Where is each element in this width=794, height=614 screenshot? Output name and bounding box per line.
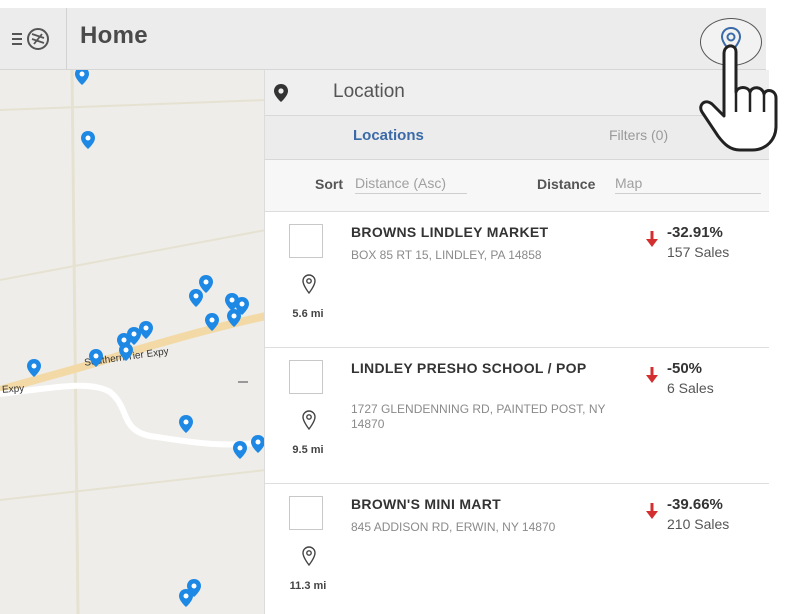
road-label-left: Expy: [1, 383, 25, 396]
arrow-down-icon: [645, 230, 659, 253]
distance-text: 11.3 mi: [289, 580, 327, 592]
locations-panel: Location Locations Filters (0) Sort Dist…: [264, 70, 769, 614]
location-name: BROWNS LINDLEY MARKET: [351, 224, 549, 240]
list-item[interactable]: 11.3 mi BROWN'S MINI MART 845 ADDISON RD…: [265, 484, 769, 614]
location-pin-icon: [302, 274, 316, 299]
map-pin-icon[interactable]: [118, 342, 134, 362]
map-pin-icon[interactable]: [80, 130, 96, 150]
map-pin-icon[interactable]: [178, 414, 194, 434]
location-address: 845 ADDISON RD, ERWIN, NY 14870: [351, 520, 556, 534]
sales-count: 6 Sales: [667, 380, 714, 396]
arrow-down-icon: [645, 502, 659, 525]
map-pin-icon[interactable]: [204, 312, 220, 332]
list-item[interactable]: 9.5 mi LINDLEY PRESHO SCHOOL / POP 1727 …: [265, 348, 769, 484]
tab-filters[interactable]: Filters (0): [609, 127, 668, 143]
distance-text: 5.6 mi: [292, 308, 324, 320]
arrow-down-icon: [645, 366, 659, 389]
location-pin-icon: [302, 410, 316, 435]
select-checkbox[interactable]: [289, 224, 323, 258]
panel-tabs: Locations Filters (0): [265, 116, 769, 160]
hamburger-menu-icon[interactable]: [10, 26, 62, 52]
distance-label: Distance: [537, 176, 596, 192]
map-pin-icon[interactable]: [26, 358, 42, 378]
location-address: BOX 85 RT 15, LINDLEY, PA 14858: [351, 248, 542, 262]
location-search-bar[interactable]: Location: [265, 70, 769, 116]
map-view[interactable]: Southern Tier Expy Expy: [0, 70, 266, 614]
header-divider: [66, 8, 67, 70]
map-pin-icon[interactable]: [226, 308, 242, 328]
select-checkbox[interactable]: [289, 496, 323, 530]
change-percent: -39.66%: [667, 496, 723, 513]
sales-count: 157 Sales: [667, 244, 730, 260]
change-percent: -50%: [667, 360, 703, 377]
distance-select[interactable]: Map: [615, 175, 761, 194]
location-name: LINDLEY PRESHO SCHOOL / POP: [351, 360, 587, 376]
location-search-input[interactable]: Location: [333, 81, 405, 103]
map-pin-icon[interactable]: [178, 588, 194, 608]
page-title: Home: [80, 22, 148, 49]
tab-locations[interactable]: Locations: [353, 127, 424, 144]
map-pin-icon[interactable]: [74, 70, 90, 86]
sort-select[interactable]: Distance (Asc): [355, 175, 467, 194]
map-pin-icon: [273, 83, 289, 108]
location-pin-icon: [302, 546, 316, 571]
sort-label: Sort: [315, 176, 343, 192]
pointer-hand-icon: [696, 40, 792, 156]
change-percent: -32.91%: [667, 224, 723, 241]
location-name: BROWN'S MINI MART: [351, 496, 501, 512]
sort-controls: Sort Distance (Asc) Distance Map: [265, 160, 769, 212]
distance-text: 9.5 mi: [292, 444, 324, 456]
map-pin-icon[interactable]: [88, 348, 104, 368]
select-checkbox[interactable]: [289, 360, 323, 394]
sales-count: 210 Sales: [667, 516, 730, 532]
map-pin-icon[interactable]: [188, 288, 204, 308]
app-header: Home: [0, 8, 766, 70]
map-pin-icon[interactable]: [232, 440, 248, 460]
location-address: 1727 GLENDENNING RD, PAINTED POST, NY 14…: [351, 402, 606, 431]
list-item[interactable]: 5.6 mi BROWNS LINDLEY MARKET BOX 85 RT 1…: [265, 212, 769, 348]
